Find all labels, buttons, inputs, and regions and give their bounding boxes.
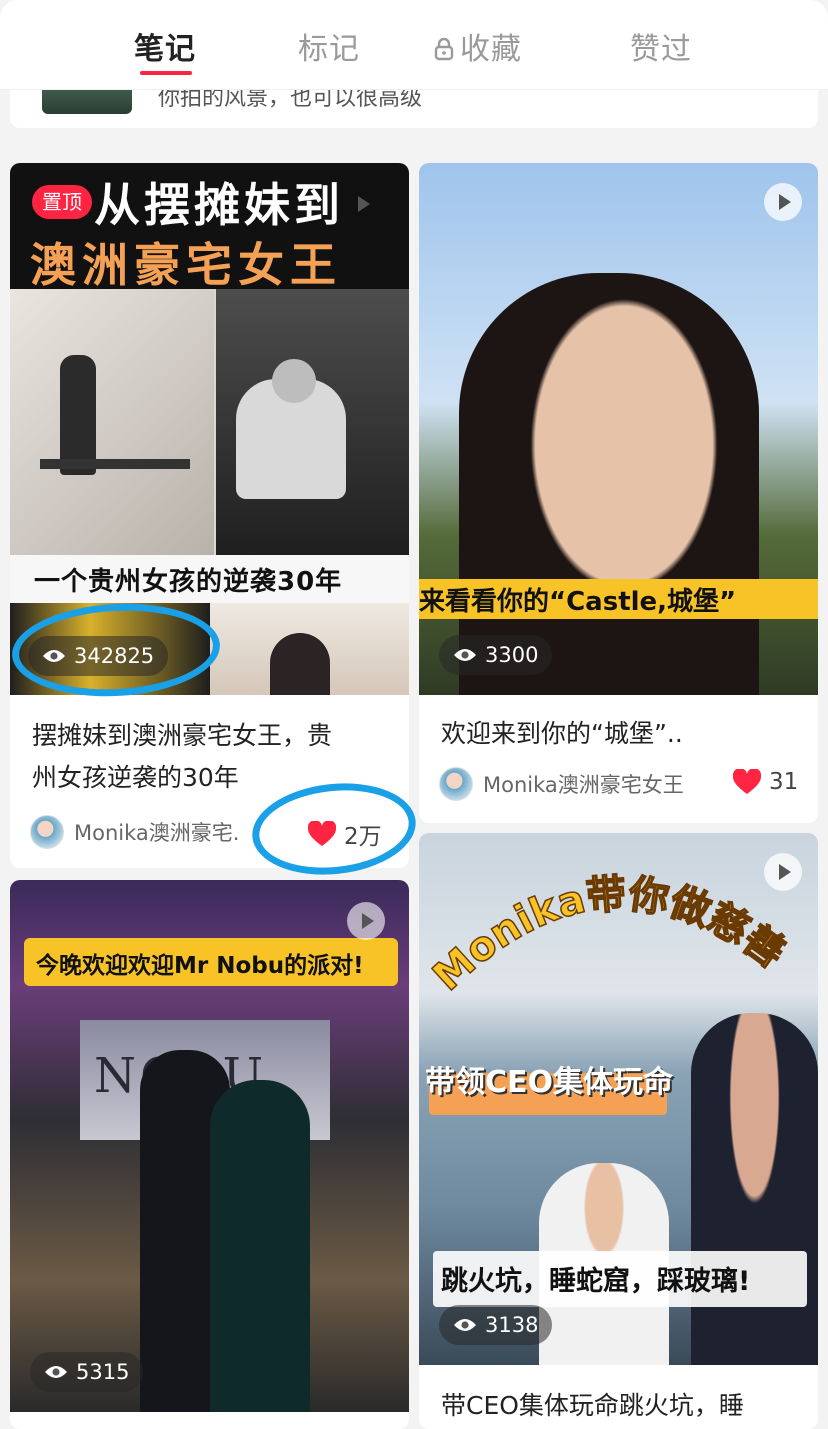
view-count-value: 3300 [485, 643, 539, 667]
eye-icon [454, 1319, 476, 1331]
cover-image: Monika带你做慈善 带领CEO集体玩命 跳火坑，睡蛇窟，踩玻璃! 3138 [419, 833, 818, 1365]
note-card-pinned[interactable]: 从摆摊妹到 澳洲豪宅女王 置顶 一个贵州女孩的逆袭30年 342825 摆摊妹到… [10, 163, 409, 868]
tab-marked[interactable]: 标记 [298, 24, 360, 68]
like-count: 31 [769, 769, 799, 795]
cover-banner-text: 今晚欢迎欢迎Mr Nobu的派对! [36, 953, 364, 979]
cover-image: 来看看你的“Castle,城堡” 3300 [419, 163, 818, 695]
play-icon [764, 853, 802, 891]
cover-image: 今晚欢迎欢迎Mr Nobu的派对! NOBU 5315 [10, 880, 409, 1412]
play-icon [343, 185, 381, 223]
avatar [439, 767, 473, 801]
play-icon [347, 902, 385, 940]
cover-mid-text: 带领CEO集体玩命 [425, 1065, 674, 1100]
pinned-badge: 置顶 [32, 185, 92, 219]
view-count: 3138 [439, 1305, 553, 1345]
cover-headline-1: 从摆摊妹到 [94, 178, 344, 232]
tab-collections[interactable]: 收藏 [434, 24, 522, 68]
play-icon [764, 183, 802, 221]
note-title-line-2: 州女孩逆袭的30年 [32, 763, 239, 792]
note-title: 带CEO集体玩命跳火坑，睡 [441, 1391, 744, 1420]
view-count-value: 3138 [485, 1313, 539, 1337]
man-figure [691, 1013, 818, 1365]
tab-liked[interactable]: 赞过 [630, 24, 692, 68]
cover-headline-2: 澳洲豪宅女王 [30, 238, 342, 292]
note-title-line-1: 摆摊妹到澳洲豪宅女王，贵 [32, 721, 333, 750]
note-card-charity[interactable]: Monika带你做慈善 带领CEO集体玩命 跳火坑，睡蛇窟，踩玻璃! 3138 … [419, 833, 818, 1429]
eye-icon [45, 1366, 67, 1378]
author-name: Monika澳洲豪宅女王 [483, 773, 684, 797]
svg-text:Monika带你做慈善: Monika带你做慈善 [425, 871, 794, 1000]
author-name: Monika澳洲豪宅. [74, 821, 240, 845]
note-title: 欢迎来到你的“城堡”.. [441, 719, 683, 748]
note-card-castle[interactable]: 来看看你的“Castle,城堡” 3300 欢迎来到你的“城堡”.. Monik… [419, 163, 818, 823]
view-count: 5315 [30, 1352, 144, 1392]
lock-icon [434, 37, 454, 61]
view-count: 3300 [439, 635, 553, 675]
partial-thumbnail [42, 90, 132, 114]
cover-arc-text: Monika带你做慈善 [424, 870, 794, 1000]
view-count-value: 5315 [76, 1360, 130, 1384]
woman-figure [210, 1080, 310, 1412]
bottom-photo-right [210, 603, 409, 695]
cover-subtitle: 一个贵州女孩的逆袭30年 [34, 567, 343, 597]
interior-photo [10, 289, 214, 555]
baby-photo [216, 289, 409, 555]
heart-icon [733, 769, 761, 794]
tab-notes[interactable]: 笔记 [134, 24, 196, 68]
active-tab-indicator [140, 71, 192, 75]
cover-banner-text: 来看看你的“Castle,城堡” [419, 587, 737, 617]
tab-bar: 笔记 标记 收藏 赞过 [0, 0, 828, 90]
author[interactable]: Monika澳洲豪宅. [30, 815, 239, 849]
note-card-party[interactable]: 今晚欢迎欢迎Mr Nobu的派对! NOBU 5315 [10, 880, 409, 1429]
cover-arc-title: Monika带你做慈善 [424, 870, 794, 1000]
author[interactable]: Monika澳洲豪宅女王 [439, 767, 684, 801]
like-button[interactable]: 31 [733, 769, 798, 795]
avatar [30, 815, 64, 849]
eye-icon [454, 649, 476, 661]
portrait [459, 273, 759, 695]
partial-note-card[interactable]: 你拍的风景，也可以很高级 [10, 86, 818, 128]
tab-collections-label: 收藏 [460, 32, 522, 67]
cover-bottom-text: 跳火坑，睡蛇窟，踩玻璃! [441, 1266, 751, 1297]
